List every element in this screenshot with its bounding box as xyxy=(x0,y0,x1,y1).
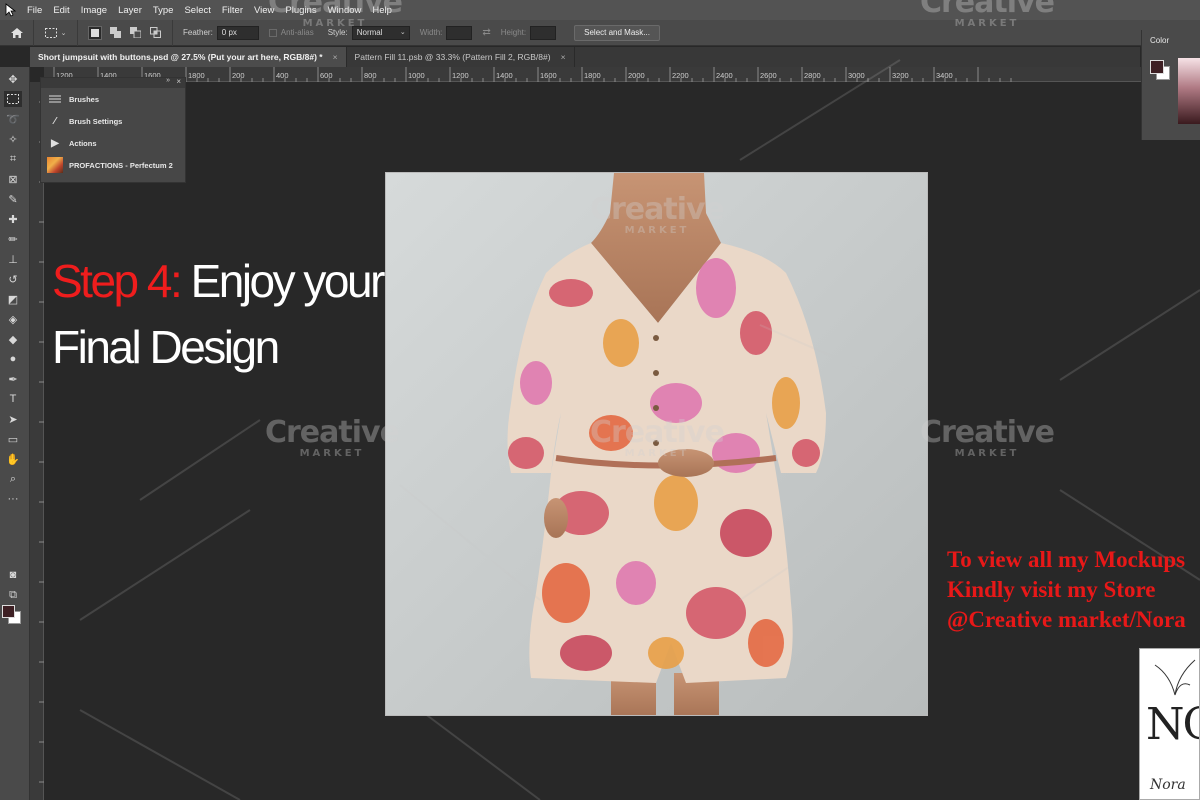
panel-item-label: Actions xyxy=(69,138,97,148)
step-heading: Step 4: Enjoy your Final Design xyxy=(52,248,386,380)
play-icon: ▶ xyxy=(51,137,59,149)
store-line3: @Creative market/Nora xyxy=(947,607,1186,632)
logo-initials: NC xyxy=(1146,699,1199,750)
close-icon[interactable]: × xyxy=(176,77,181,86)
panel-item-profactions[interactable]: PROFACTIONS - Perfectum 2 xyxy=(41,154,185,176)
brushes-panel-group: » × Brushes ⁄ Brush Settings ▶ Actions P… xyxy=(40,77,186,183)
plugin-thumb-icon xyxy=(47,157,63,173)
brushes-icon xyxy=(47,91,63,107)
store-line2: Kindly visit my Store xyxy=(947,577,1156,602)
logo-script: Nora xyxy=(1150,777,1186,793)
color-panel: Color xyxy=(1141,30,1200,140)
color-picker-field[interactable] xyxy=(1178,58,1200,124)
panel-item-label: Brush Settings xyxy=(69,116,123,126)
brush-settings-icon: ⁄ xyxy=(54,115,56,127)
photoshop-window: File Edit Image Layer Type Select Filter… xyxy=(0,0,1200,800)
step-line1: Enjoy your xyxy=(190,255,386,307)
panel-header[interactable]: » × xyxy=(41,77,185,88)
collapse-icon[interactable]: » xyxy=(166,77,170,84)
panel-item-brushes[interactable]: Brushes xyxy=(41,88,185,110)
panel-item-label: Brushes xyxy=(69,94,100,104)
step-number: Step 4: xyxy=(52,255,183,307)
store-promo-text: To view all my Mockups Kindly visit my S… xyxy=(947,545,1186,635)
panel-item-label: PROFACTIONS - Perfectum 2 xyxy=(69,160,173,170)
step-line2: Final Design xyxy=(52,321,280,373)
foreground-color-swatch[interactable] xyxy=(1150,60,1164,74)
color-panel-title: Color xyxy=(1150,36,1170,45)
panel-item-actions[interactable]: ▶ Actions xyxy=(41,132,185,154)
panel-item-brush-settings[interactable]: ⁄ Brush Settings xyxy=(41,110,185,132)
store-line1: To view all my Mockups xyxy=(947,547,1186,572)
brand-logo: NC Nora xyxy=(1139,648,1200,800)
